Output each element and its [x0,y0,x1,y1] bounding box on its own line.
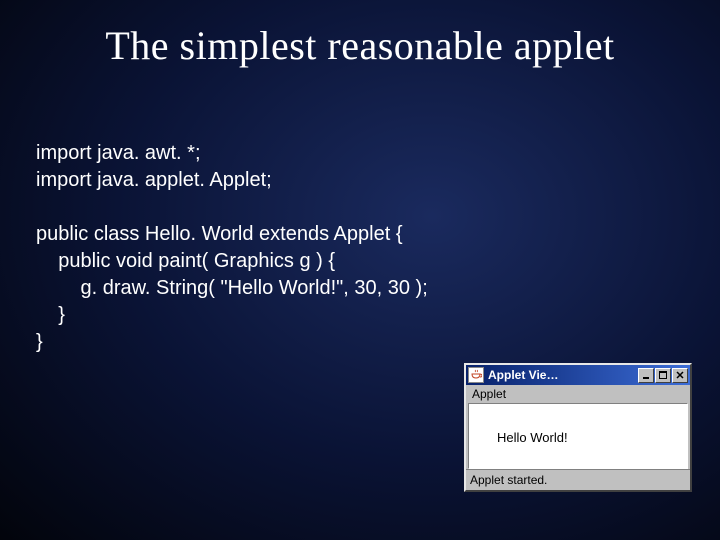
status-bar: Applet started. [466,469,690,490]
slide-title: The simplest reasonable applet [0,0,720,69]
code-line: import java. awt. *; [36,142,201,164]
applet-menu[interactable]: Applet [466,385,690,403]
code-line: public void paint( Graphics g ) { [36,250,335,272]
code-line: } [36,304,65,326]
hello-world-text: Hello World! [497,430,568,445]
applet-viewer-window: Applet Vie… Applet Hello World! Applet s… [464,363,692,492]
window-titlebar[interactable]: Applet Vie… [466,365,690,385]
code-block: import java. awt. *; import java. applet… [36,140,428,356]
maximize-button[interactable] [655,368,671,383]
code-line: } [36,331,43,353]
minimize-button[interactable] [638,368,654,383]
code-line: g. draw. String( "Hello World!", 30, 30 … [36,277,428,299]
code-line: import java. applet. Applet; [36,169,272,191]
close-button[interactable] [672,368,688,383]
applet-canvas: Hello World! [468,403,688,469]
window-title: Applet Vie… [488,368,638,382]
java-cup-icon [468,367,484,383]
code-line: public class Hello. World extends Applet… [36,223,403,245]
